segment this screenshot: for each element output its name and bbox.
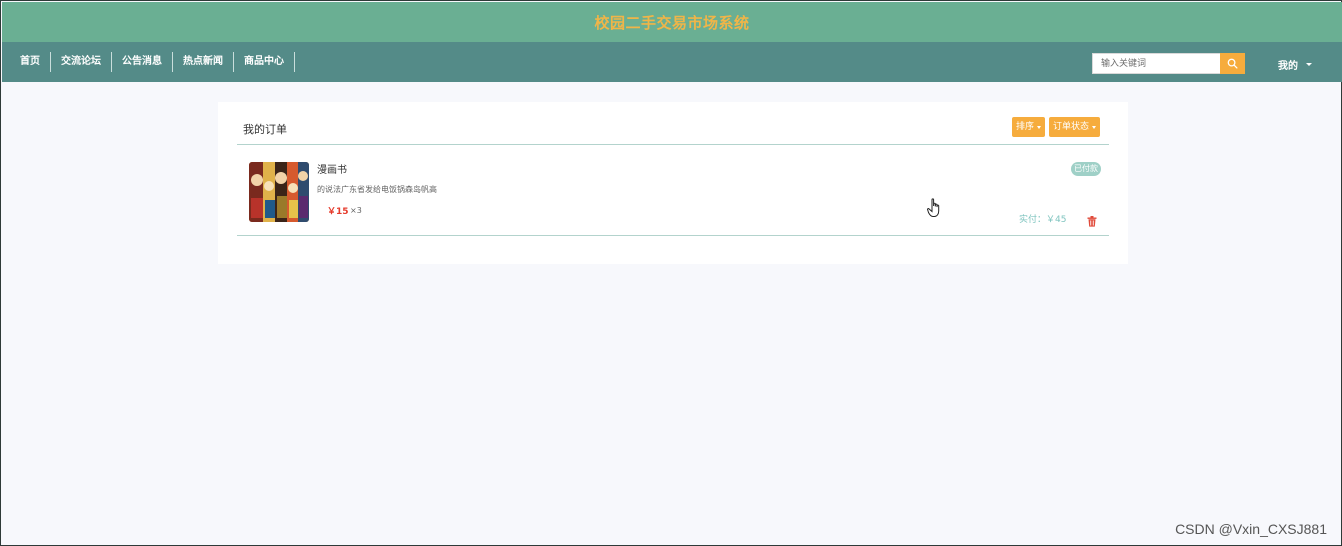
nav-item-announcements[interactable]: 公告消息 — [112, 52, 173, 72]
user-menu[interactable]: 我的 — [1278, 57, 1312, 72]
status-badge: 已付款 — [1071, 162, 1101, 176]
watermark: CSDN @Vxin_CXSJ881 — [1175, 521, 1327, 537]
hand-pointer-icon — [927, 198, 940, 217]
product-price: ￥15 — [327, 207, 349, 217]
search-bar — [1092, 53, 1245, 74]
search-icon — [1227, 58, 1238, 69]
product-description: 的说法广东省发给电饭锅森岛帆高 — [317, 185, 437, 194]
nav-item-home[interactable]: 首页 — [10, 52, 51, 72]
chevron-down-icon — [1306, 63, 1312, 66]
sort-button[interactable]: 排序 — [1012, 117, 1046, 137]
page-title: 我的订单 — [243, 123, 287, 136]
orders-card: 我的订单 排序 订单状态 漫画书 的说法广东省发给电饭锅森岛帆高 ￥15 ×3 … — [218, 102, 1128, 264]
nav-item-forum[interactable]: 交流论坛 — [51, 52, 112, 72]
site-title: 校园二手交易市场系统 — [594, 13, 750, 32]
trash-icon — [1087, 216, 1097, 227]
search-button[interactable] — [1220, 53, 1245, 74]
product-quantity: ×3 — [350, 206, 362, 215]
sort-button-label: 排序 — [1016, 122, 1035, 132]
search-input[interactable] — [1092, 53, 1220, 74]
chevron-down-icon — [1092, 125, 1097, 129]
chevron-down-icon — [1037, 125, 1042, 129]
order-status-button-label: 订单状态 — [1053, 122, 1090, 132]
product-thumbnail[interactable] — [249, 162, 309, 222]
nav-item-news[interactable]: 热点新闻 — [173, 52, 234, 72]
user-menu-label: 我的 — [1278, 61, 1298, 72]
order-status-button[interactable]: 订单状态 — [1049, 117, 1101, 137]
divider — [237, 235, 1109, 236]
nav-bar: 首页 交流论坛 公告消息 热点新闻 商品中心 我的 — [2, 42, 1342, 82]
paid-amount: 实付：￥45 — [1019, 215, 1067, 225]
divider — [237, 144, 1109, 145]
nav-list: 首页 交流论坛 公告消息 热点新闻 商品中心 — [2, 42, 295, 82]
delete-order-button[interactable] — [1087, 212, 1097, 231]
title-bar: 校园二手交易市场系统 — [2, 2, 1342, 42]
app-frame: 校园二手交易市场系统 首页 交流论坛 公告消息 热点新闻 商品中心 我的 我的订… — [0, 0, 1342, 546]
product-name[interactable]: 漫画书 — [317, 161, 347, 176]
nav-item-products[interactable]: 商品中心 — [234, 52, 295, 72]
